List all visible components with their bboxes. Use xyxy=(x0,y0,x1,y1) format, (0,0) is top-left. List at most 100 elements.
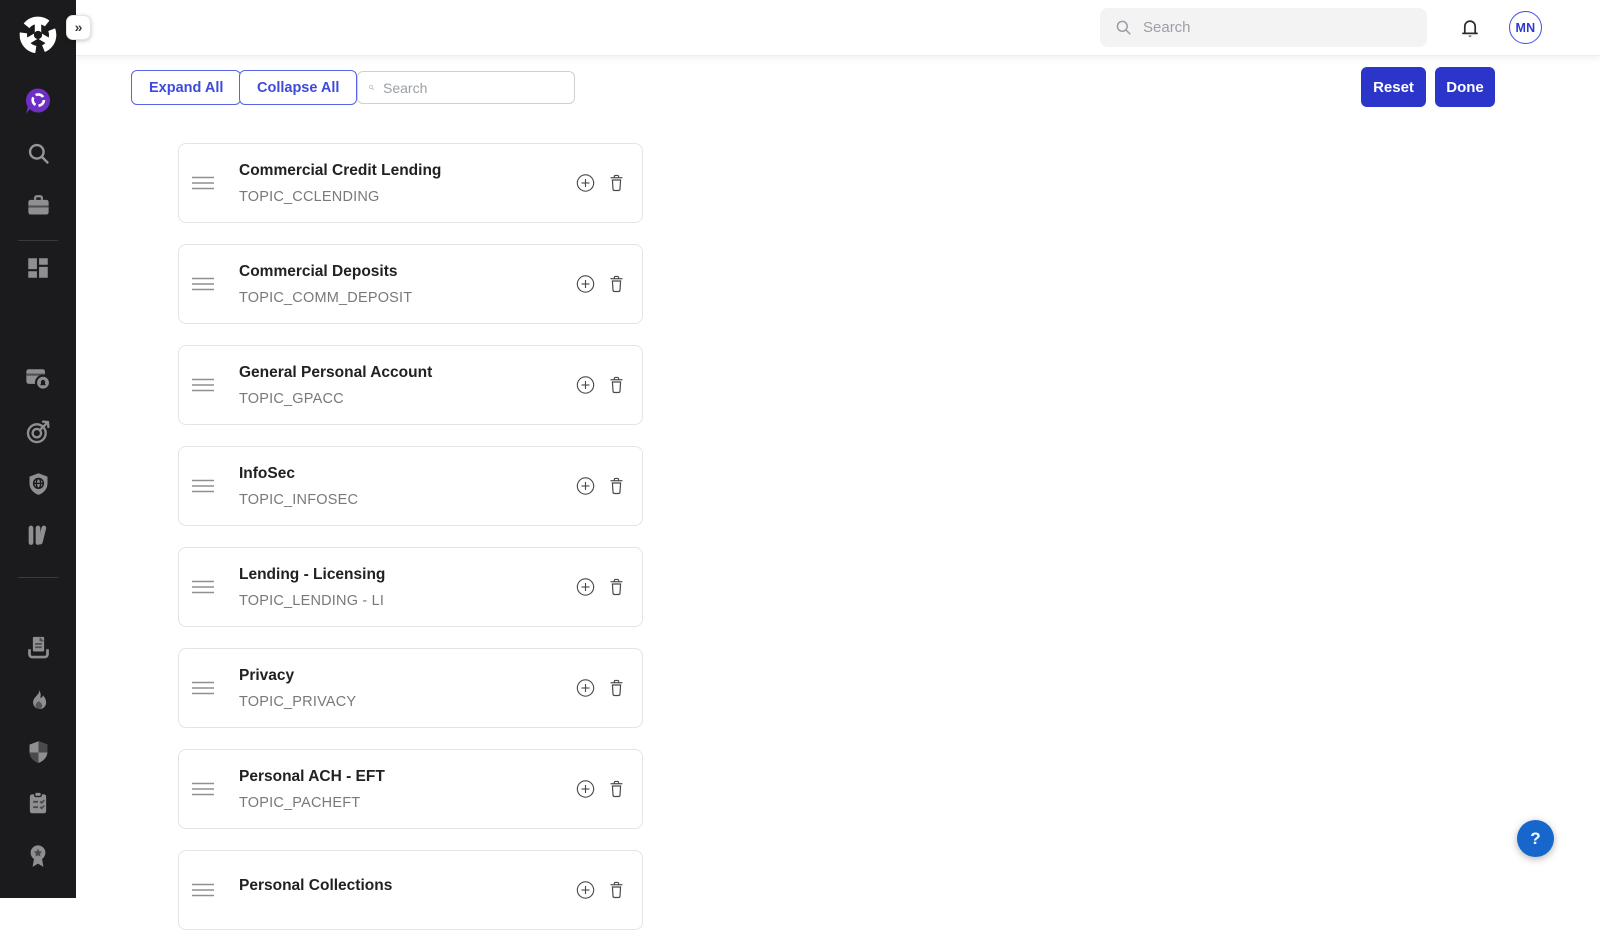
double-chevron-right-icon: » xyxy=(75,20,83,34)
drag-handle-icon xyxy=(192,479,214,493)
avatar[interactable]: MN xyxy=(1509,11,1542,44)
sidebar-expand-button[interactable]: » xyxy=(66,15,91,40)
reset-button[interactable]: Reset xyxy=(1361,67,1426,107)
trash-icon xyxy=(608,174,625,193)
question-mark-icon: ? xyxy=(1530,829,1540,849)
drag-handle[interactable] xyxy=(192,580,214,594)
target-icon xyxy=(24,418,52,446)
delete-button[interactable] xyxy=(608,477,625,496)
shield-half-icon xyxy=(25,739,52,766)
add-button[interactable] xyxy=(576,174,595,193)
topic-title: Lending - Licensing xyxy=(239,566,385,584)
sidebar-item-goals[interactable] xyxy=(0,418,76,446)
plus-circle-icon xyxy=(576,578,595,597)
sidebar-item-security[interactable] xyxy=(0,738,76,766)
global-search[interactable] xyxy=(1100,8,1427,47)
sidebar-item-dashboard[interactable] xyxy=(0,254,76,281)
topic-search-input[interactable] xyxy=(383,80,564,96)
dashboard-grid-icon xyxy=(25,255,51,281)
drag-handle-icon xyxy=(192,883,214,897)
drag-handle-icon xyxy=(192,782,214,796)
document-tray-icon xyxy=(25,634,52,661)
main-content: Expand All Collapse All Reset Done Comme… xyxy=(76,56,1600,898)
sidebar-item-workspace[interactable] xyxy=(0,192,76,219)
add-button[interactable] xyxy=(576,275,595,294)
sidebar-item-subscriptions[interactable] xyxy=(0,364,76,392)
topic-card: General Personal Account TOPIC_GPACC xyxy=(178,345,643,425)
app-logo-icon xyxy=(16,13,60,57)
delete-button[interactable] xyxy=(608,174,625,193)
topic-card: Commercial Credit Lending TOPIC_CCLENDIN… xyxy=(178,143,643,223)
drag-handle[interactable] xyxy=(192,277,214,291)
sidebar xyxy=(0,0,76,898)
drag-handle[interactable] xyxy=(192,883,214,897)
delete-button[interactable] xyxy=(608,578,625,597)
plus-circle-icon xyxy=(576,376,595,395)
delete-button[interactable] xyxy=(608,780,625,799)
plus-circle-icon xyxy=(576,275,595,294)
expand-all-button[interactable]: Expand All xyxy=(131,70,241,105)
delete-button[interactable] xyxy=(608,881,625,900)
drag-handle[interactable] xyxy=(192,782,214,796)
plus-circle-icon xyxy=(576,174,595,193)
app-logo[interactable] xyxy=(0,13,76,57)
sidebar-item-achievements[interactable] xyxy=(0,842,76,870)
topic-search[interactable] xyxy=(357,71,575,104)
topic-card: Personal ACH - EFT TOPIC_PACHEFT xyxy=(178,749,643,829)
delete-button[interactable] xyxy=(608,679,625,698)
drag-handle[interactable] xyxy=(192,378,214,392)
drag-handle[interactable] xyxy=(192,176,214,190)
sidebar-item-tasks[interactable] xyxy=(0,789,76,817)
global-search-input[interactable] xyxy=(1143,19,1413,36)
add-button[interactable] xyxy=(576,780,595,799)
medal-icon xyxy=(25,843,51,869)
topic-card: InfoSec TOPIC_INFOSEC xyxy=(178,446,643,526)
topic-card: Privacy TOPIC_PRIVACY xyxy=(178,648,643,728)
add-button[interactable] xyxy=(576,881,595,900)
topic-title: Personal ACH - EFT xyxy=(239,768,385,786)
avatar-initials: MN xyxy=(1515,21,1535,35)
delete-button[interactable] xyxy=(608,376,625,395)
help-button[interactable]: ? xyxy=(1517,820,1554,857)
plus-circle-icon xyxy=(576,780,595,799)
search-icon xyxy=(1114,18,1133,37)
add-button[interactable] xyxy=(576,578,595,597)
drag-handle[interactable] xyxy=(192,479,214,493)
drag-handle-icon xyxy=(192,378,214,392)
topic-code: TOPIC_PACHEFT xyxy=(239,795,385,811)
drag-handle-icon xyxy=(192,681,214,695)
done-button[interactable]: Done xyxy=(1435,67,1495,107)
sidebar-divider xyxy=(18,240,58,241)
plus-circle-icon xyxy=(576,881,595,900)
sidebar-item-library[interactable] xyxy=(0,521,76,549)
topic-list: Commercial Credit Lending TOPIC_CCLENDIN… xyxy=(178,143,643,951)
topic-code: TOPIC_CCLENDING xyxy=(239,189,441,205)
sidebar-item-global-security[interactable] xyxy=(0,470,76,498)
sidebar-item-reports[interactable] xyxy=(0,633,76,661)
add-button[interactable] xyxy=(576,376,595,395)
collapse-all-button[interactable]: Collapse All xyxy=(239,70,357,105)
delete-button[interactable] xyxy=(608,275,625,294)
search-icon xyxy=(368,79,375,96)
drag-handle[interactable] xyxy=(192,681,214,695)
topbar: MN xyxy=(76,0,1600,56)
sidebar-item-assistant[interactable] xyxy=(0,85,76,117)
notifications-button[interactable] xyxy=(1457,15,1483,46)
search-icon xyxy=(25,140,52,167)
sidebar-item-search[interactable] xyxy=(0,140,76,167)
add-button[interactable] xyxy=(576,679,595,698)
plus-circle-icon xyxy=(576,477,595,496)
trash-icon xyxy=(608,881,625,900)
trash-icon xyxy=(608,477,625,496)
trash-icon xyxy=(608,578,625,597)
add-button[interactable] xyxy=(576,477,595,496)
bell-icon xyxy=(1457,15,1483,41)
topic-title: Personal Collections xyxy=(239,877,392,895)
trash-icon xyxy=(608,275,625,294)
topic-code: TOPIC_COMM_DEPOSIT xyxy=(239,290,412,306)
sidebar-item-trending[interactable] xyxy=(0,686,76,714)
flame-icon xyxy=(25,687,52,714)
shield-globe-icon xyxy=(25,471,52,498)
topic-card: Personal Collections xyxy=(178,850,643,930)
topic-code: TOPIC_PRIVACY xyxy=(239,694,356,710)
